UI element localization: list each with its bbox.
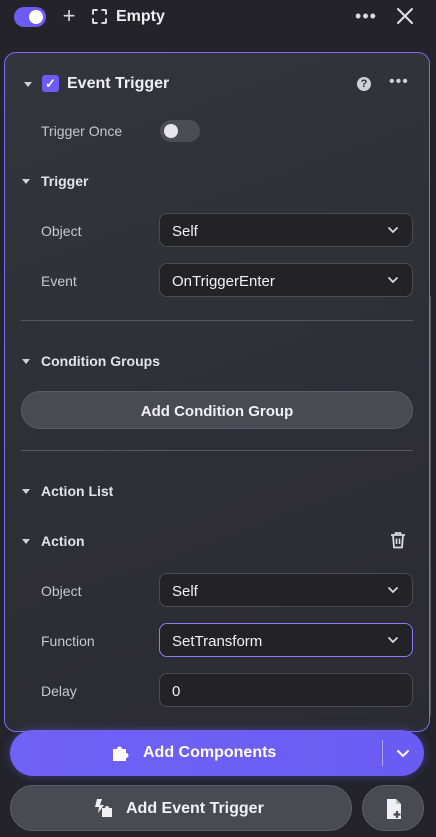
select-value: Self xyxy=(172,223,198,240)
delay-input[interactable]: 0 xyxy=(159,673,413,707)
entity-enabled-toggle[interactable] xyxy=(14,7,46,27)
action-object-label: Object xyxy=(41,583,82,599)
trash-icon[interactable] xyxy=(390,531,406,549)
add-event-trigger-button[interactable]: Add Event Trigger xyxy=(10,785,352,831)
help-icon[interactable]: ? xyxy=(357,77,371,91)
trigger-once-toggle[interactable] xyxy=(160,120,200,142)
action-list-label: Action List xyxy=(41,483,114,499)
puzzle-lightning-icon xyxy=(95,799,112,817)
action-object-select[interactable]: Self xyxy=(159,573,413,607)
chevron-down-icon[interactable] xyxy=(394,744,412,762)
divider xyxy=(21,450,413,451)
delay-value: 0 xyxy=(172,683,181,700)
entity-dashed-square-icon xyxy=(92,9,107,24)
delay-label: Delay xyxy=(41,683,77,699)
select-value: Self xyxy=(172,583,198,600)
component-enabled-checkbox[interactable]: ✓ xyxy=(42,75,59,92)
action-function-select[interactable]: SetTransform xyxy=(159,623,413,657)
puzzle-icon xyxy=(113,746,129,761)
button-separator xyxy=(382,740,383,766)
collapse-caret-icon[interactable] xyxy=(24,82,32,87)
add-file-icon xyxy=(387,799,401,819)
add-file-button[interactable] xyxy=(362,785,424,831)
divider xyxy=(21,320,413,321)
component-title: Event Trigger xyxy=(67,75,170,92)
action-list-caret-icon[interactable] xyxy=(22,489,30,494)
trigger-caret-icon[interactable] xyxy=(22,179,30,184)
chevron-down-icon xyxy=(388,277,398,284)
add-condition-group-label: Add Condition Group xyxy=(140,403,294,420)
trigger-once-label: Trigger Once xyxy=(41,123,123,139)
add-icon[interactable]: + xyxy=(60,5,78,27)
trigger-object-select[interactable]: Self xyxy=(159,213,413,247)
add-event-trigger-label: Add Event Trigger xyxy=(126,800,264,817)
event-label: Event xyxy=(41,273,77,289)
add-condition-group-button[interactable]: Add Condition Group xyxy=(21,391,413,429)
action-caret-icon[interactable] xyxy=(22,539,30,544)
entity-title: Empty xyxy=(116,8,165,25)
condition-groups-caret-icon[interactable] xyxy=(22,359,30,364)
trigger-section-label: Trigger xyxy=(41,173,89,189)
function-label: Function xyxy=(41,633,95,649)
more-horizontal-icon[interactable]: ••• xyxy=(354,6,378,26)
chevron-down-icon xyxy=(388,637,398,644)
condition-groups-label: Condition Groups xyxy=(41,353,160,369)
top-bar: + Empty ••• xyxy=(0,0,436,36)
add-components-button[interactable]: Add Components xyxy=(10,730,424,776)
select-value: SetTransform xyxy=(172,633,263,650)
event-trigger-panel: ✓ Event Trigger ? ••• Trigger Once Trigg… xyxy=(4,52,430,732)
action-label: Action xyxy=(41,533,85,549)
select-value: OnTriggerEnter xyxy=(172,273,275,290)
more-horizontal-icon[interactable]: ••• xyxy=(389,73,409,91)
close-icon[interactable] xyxy=(394,4,416,28)
chevron-down-icon xyxy=(388,587,398,594)
object-label: Object xyxy=(41,223,82,239)
chevron-down-icon xyxy=(388,227,398,234)
trigger-event-select[interactable]: OnTriggerEnter xyxy=(159,263,413,297)
add-components-label: Add Components xyxy=(143,744,277,761)
